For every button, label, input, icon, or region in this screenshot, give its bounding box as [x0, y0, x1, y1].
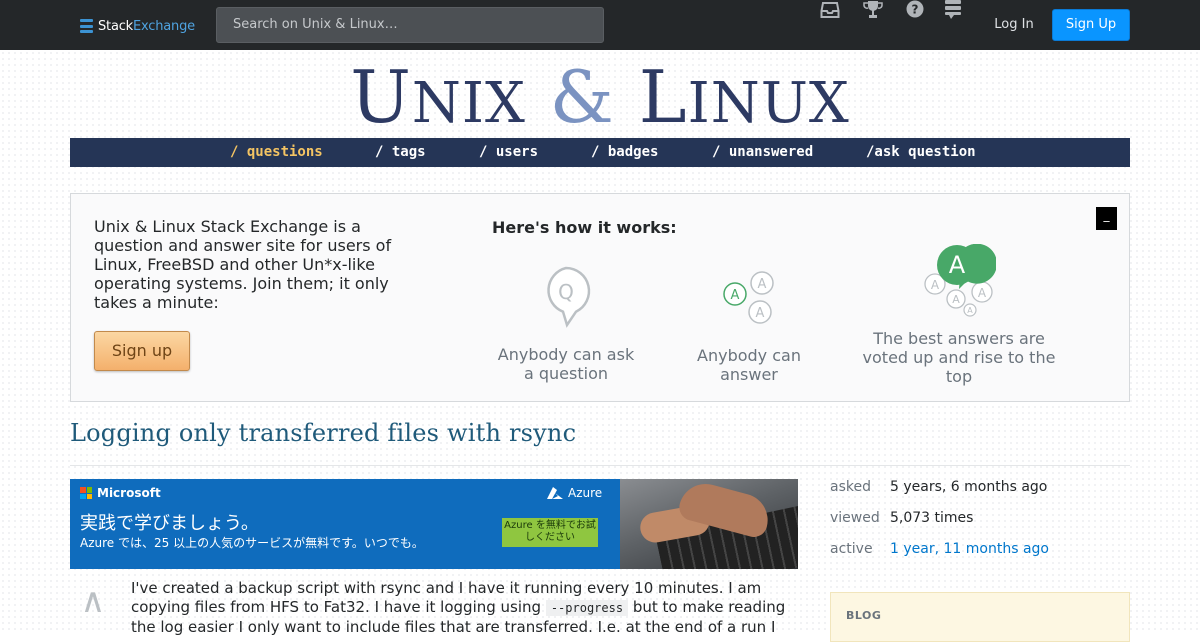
top-answer-icon: A A A A A — [924, 244, 996, 317]
nav-users[interactable]: / users — [479, 138, 538, 167]
viewed-value: 5,073 times — [890, 510, 974, 526]
login-link[interactable]: Log In — [986, 10, 1042, 40]
banner-signup-button[interactable]: Sign up — [94, 331, 190, 371]
logo-text: StackExchange — [98, 18, 195, 34]
svg-text:A: A — [978, 286, 987, 300]
svg-text:A: A — [758, 277, 767, 292]
top-bar: StackExchange Search on Unix & Linux… ? … — [0, 0, 1200, 50]
active-value[interactable]: 1 year, 11 months ago — [890, 541, 1049, 557]
step-ask: Q Anybody can ask a question — [496, 266, 636, 383]
site-nav: / questions / tags / users / badges / un… — [70, 138, 1130, 167]
nav-unanswered[interactable]: / unanswered — [712, 138, 813, 167]
nav-badges[interactable]: / badges — [591, 138, 658, 167]
svg-text:Q: Q — [558, 280, 574, 304]
ad-headline: 実践で学びましょう。 — [80, 513, 259, 534]
title-divider — [70, 465, 1130, 466]
ad-photo — [620, 479, 798, 569]
advertisement-banner[interactable]: Microsoft Azure 実践で学びましょう。 Azure では、25 以… — [70, 479, 798, 569]
step-ask-label: Anybody can ask a question — [497, 345, 635, 383]
svg-text:A: A — [952, 293, 960, 306]
inbox-icon[interactable] — [820, 0, 840, 20]
asked-label: asked — [830, 479, 871, 495]
ad-subtext: Azure では、25 以上の人気のサービスが無料です。いつでも。 — [80, 536, 424, 550]
stackexchange-logo[interactable]: StackExchange — [80, 16, 195, 36]
help-icon[interactable]: ? — [905, 0, 925, 20]
step-top-answer: A A A A A The best answers are voted up … — [858, 244, 1060, 386]
svg-text:A: A — [731, 288, 740, 303]
step-answer-label: Anybody can answer — [697, 346, 801, 384]
svg-text:?: ? — [912, 3, 919, 17]
question-bubble-icon: Q — [547, 266, 591, 328]
svg-text:A: A — [949, 251, 966, 279]
step-top-answer-label: The best answers are voted up and rise t… — [862, 329, 1056, 386]
inline-code: --progress — [545, 600, 629, 616]
signup-button[interactable]: Sign Up — [1052, 9, 1130, 41]
blog-sidebar: BLOG — [830, 592, 1130, 642]
microsoft-logo: Microsoft — [80, 486, 161, 500]
active-label: active — [830, 541, 873, 557]
azure-logo: Azure — [546, 486, 602, 500]
welcome-description: Unix & Linux Stack Exchange is a questio… — [94, 217, 392, 312]
question-body: I've created a backup script with rsync … — [131, 579, 786, 636]
welcome-banner: Unix & Linux Stack Exchange is a questio… — [70, 193, 1130, 402]
blog-heading: BLOG — [846, 609, 882, 622]
asked-value: 5 years, 6 months ago — [890, 479, 1048, 495]
site-switcher-icon[interactable] — [943, 0, 963, 20]
question-title[interactable]: Logging only transferred files with rsyn… — [70, 419, 576, 447]
site-title[interactable]: Unix & Linux — [0, 55, 1200, 146]
azure-icon — [547, 486, 563, 499]
ad-cta-button[interactable]: Azure を無料でお試しください — [502, 518, 598, 547]
step-answer: A A A Anybody can answer — [689, 270, 809, 384]
answer-bubbles-icon: A A A — [723, 271, 774, 324]
trophy-icon[interactable] — [863, 0, 883, 20]
svg-text:A: A — [931, 278, 940, 292]
how-it-works-heading: Here's how it works: — [492, 218, 677, 237]
svg-text:A: A — [967, 306, 973, 315]
nav-questions[interactable]: / questions — [230, 138, 323, 167]
nav-tags[interactable]: / tags — [375, 138, 426, 167]
search-input[interactable]: Search on Unix & Linux… — [216, 7, 604, 43]
svg-text:A: A — [756, 306, 765, 321]
viewed-label: viewed — [830, 510, 880, 526]
microsoft-logo-icon — [80, 487, 92, 499]
nav-ask-question[interactable]: /ask question — [866, 138, 976, 167]
close-banner-button[interactable]: _ — [1096, 207, 1117, 230]
stackexchange-icon — [80, 19, 93, 33]
vote-up-icon[interactable]: ∧ — [78, 584, 108, 618]
